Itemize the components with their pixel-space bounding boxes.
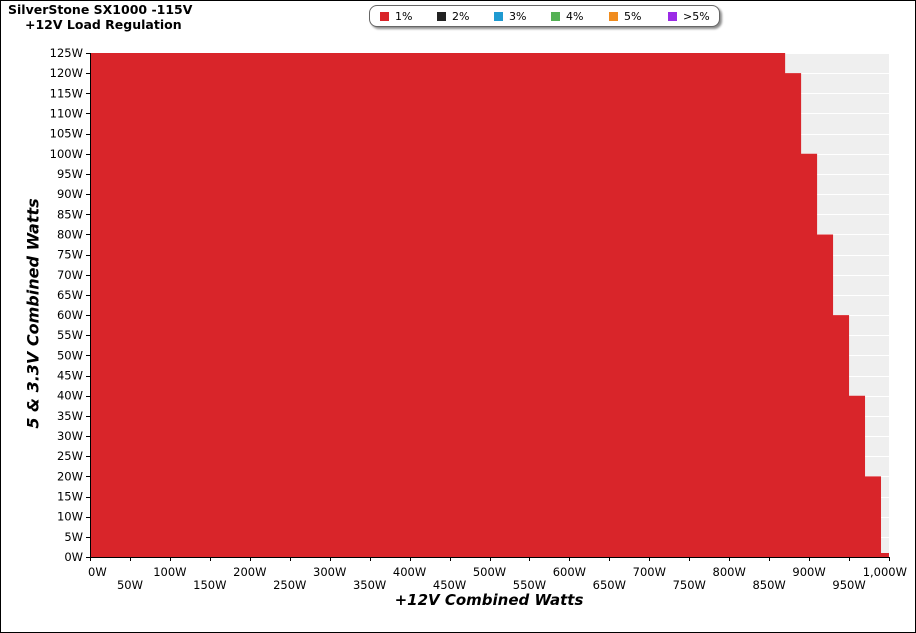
x-tick-label: 400W <box>393 565 426 579</box>
y-tick-label: 5W <box>64 530 83 544</box>
y-tick-label: 35W <box>57 409 83 423</box>
y-tick-label: 50W <box>57 348 83 362</box>
y-tick-label: 80W <box>57 227 83 241</box>
y-tick-label: 15W <box>57 490 83 504</box>
y-tick-label: 70W <box>57 268 83 282</box>
x-tick-label: 450W <box>433 578 466 592</box>
y-tick-label: 30W <box>57 429 83 443</box>
x-tick-label: 900W <box>792 565 825 579</box>
y-tick-label: 95W <box>57 167 83 181</box>
y-tick-label: 65W <box>57 288 83 302</box>
x-tick-label: 750W <box>673 578 706 592</box>
x-axis-title: +12V Combined Watts <box>394 591 584 609</box>
x-tick-label: 500W <box>473 565 506 579</box>
x-tick-label: 1,000W <box>863 565 907 579</box>
x-tick-label: 600W <box>553 565 586 579</box>
y-tick-label: 115W <box>50 86 83 100</box>
y-tick-label: 60W <box>57 308 83 322</box>
y-tick-label: 20W <box>57 469 83 483</box>
y-tick-label: 75W <box>57 248 83 262</box>
y-tick-label: 90W <box>57 187 83 201</box>
x-tick-label: 650W <box>593 578 626 592</box>
x-tick-label: 150W <box>193 578 226 592</box>
y-axis-title: 5 & 3.3V Combined Watts <box>23 198 43 429</box>
y-tick-label: 25W <box>57 449 83 463</box>
y-tick-label: 120W <box>50 66 83 80</box>
y-tick-label: 85W <box>57 207 83 221</box>
y-tick-label: 100W <box>50 147 83 161</box>
x-tick-label: 700W <box>633 565 666 579</box>
x-tick-label: 200W <box>233 565 266 579</box>
x-tick-label: 350W <box>353 578 386 592</box>
x-tick-label: 50W <box>117 578 143 592</box>
load-regulation-region-1pct <box>90 53 889 557</box>
plot-area: 0W 5W 10W 15W 20W 25W 30W 35W 40W 45W 50W 55W 60W 65W… <box>50 46 907 592</box>
x-tick-label: 550W <box>513 578 546 592</box>
x-tick-label: 850W <box>752 578 785 592</box>
x-tick-label: 100W <box>153 565 186 579</box>
y-tick-label: 45W <box>57 369 83 383</box>
x-tick-label: 300W <box>313 565 346 579</box>
y-tick-label: 110W <box>50 106 83 120</box>
chart-frame: SilverStone SX1000 -115V +12V Load Regul… <box>0 0 916 633</box>
y-tick-label: 0W <box>64 550 83 564</box>
y-tick-label: 125W <box>50 46 83 60</box>
y-tick-label: 40W <box>57 389 83 403</box>
x-tick-label: 250W <box>273 578 306 592</box>
y-tick-label: 105W <box>50 127 83 141</box>
x-tick-label: 950W <box>832 578 865 592</box>
y-tick-label: 10W <box>57 510 83 524</box>
y-tick-label: 55W <box>57 328 83 342</box>
x-tick-label: 0W <box>88 565 107 579</box>
x-tick-label: 800W <box>713 565 746 579</box>
